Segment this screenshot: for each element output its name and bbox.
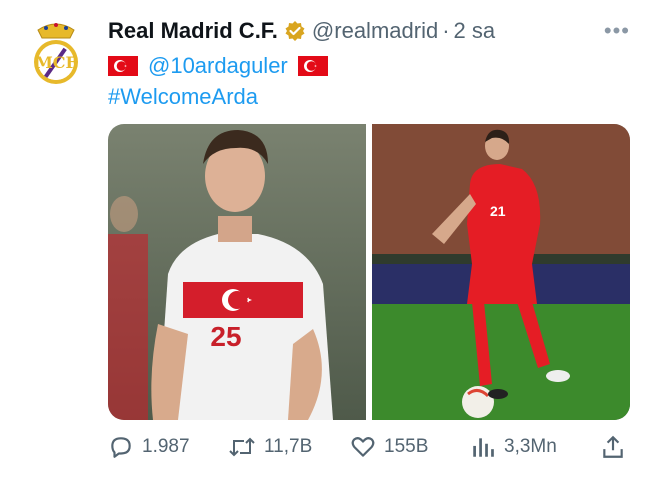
reply-button[interactable]: 1.987 bbox=[108, 430, 190, 464]
like-button[interactable]: 155B bbox=[350, 430, 428, 464]
tweet-header: Real Madrid C.F. @realmadrid · 2 sa ••• bbox=[108, 16, 630, 46]
retweet-icon bbox=[229, 437, 255, 457]
tweet-media: 25 21 bbox=[108, 124, 630, 420]
photo-left[interactable]: 25 bbox=[108, 124, 366, 420]
shirt-number-left: 25 bbox=[210, 321, 241, 352]
turkey-flag-icon bbox=[297, 56, 328, 76]
reply-count: 1.987 bbox=[142, 436, 190, 457]
like-count: 155B bbox=[384, 436, 429, 457]
author-name[interactable]: Real Madrid C.F. bbox=[108, 18, 278, 44]
retweet-count: 11,7B bbox=[264, 436, 313, 457]
mention-link[interactable]: @10ardaguler bbox=[148, 53, 288, 79]
views-count: 3,3Mn bbox=[504, 436, 557, 457]
more-icon[interactable]: ••• bbox=[604, 18, 630, 44]
verified-badge-icon bbox=[285, 21, 305, 41]
tweet-time[interactable]: 2 sa bbox=[454, 18, 496, 44]
views-button[interactable]: 3,3Mn bbox=[470, 430, 557, 464]
reply-icon bbox=[111, 437, 131, 458]
share-button[interactable] bbox=[600, 430, 634, 464]
like-icon bbox=[351, 437, 375, 457]
crest-icon: MCF bbox=[34, 23, 78, 84]
avatar[interactable]: MCF bbox=[30, 18, 82, 86]
shirt-number-right: 21 bbox=[490, 203, 506, 219]
share-icon bbox=[603, 435, 623, 458]
separator-dot: · bbox=[442, 18, 450, 43]
views-icon bbox=[473, 438, 494, 457]
tweet-actions: 1.987 11,7B 155B 3,3Mn bbox=[108, 430, 630, 464]
photo-right[interactable]: 21 bbox=[372, 124, 630, 420]
author-handle[interactable]: @realmadrid bbox=[312, 18, 438, 44]
mention-line: @10ardaguler bbox=[108, 52, 328, 80]
turkey-flag-icon bbox=[108, 56, 138, 76]
hashtag-link[interactable]: #WelcomeArda bbox=[108, 84, 258, 110]
retweet-button[interactable]: 11,7B bbox=[228, 430, 312, 464]
svg-text:MCF: MCF bbox=[35, 53, 77, 72]
